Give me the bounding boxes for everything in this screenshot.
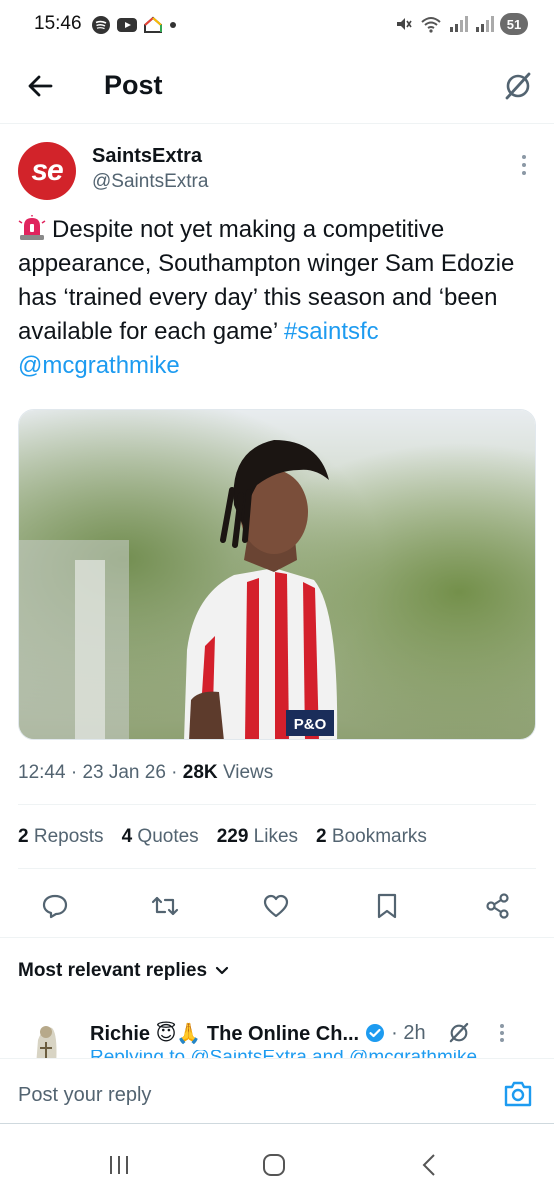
home-button[interactable] xyxy=(259,1150,289,1180)
bookmarks-stat[interactable]: 2 Bookmarks xyxy=(316,826,427,848)
post-text: Despite not yet making a competitive app… xyxy=(18,216,515,345)
shirt-sponsor-text: P&O xyxy=(294,716,327,733)
more-dot xyxy=(499,1031,504,1035)
bookmark-button[interactable] xyxy=(369,888,405,924)
divider xyxy=(18,868,536,869)
chevron-left-icon xyxy=(422,1154,435,1176)
repost-button[interactable] xyxy=(147,888,183,924)
back-button[interactable] xyxy=(22,68,58,104)
reply-author-name[interactable]: Richie 😇🙏 The Online Ch... xyxy=(90,1021,359,1046)
engagement-stats: 2 Reposts 4 Quotes 229 Likes 2 Bookmarks xyxy=(18,826,427,848)
reply-input[interactable]: Post your reply xyxy=(18,1084,151,1107)
post-date: 23 Jan 26 xyxy=(82,762,166,783)
battery-indicator: 51 xyxy=(500,13,528,35)
bookmarks-label: Bookmarks xyxy=(331,826,427,847)
bookmark-icon xyxy=(377,893,397,919)
quotes-label: Quotes xyxy=(137,826,199,847)
wifi-icon xyxy=(421,17,441,33)
verified-badge-icon xyxy=(366,1024,385,1042)
player-photo: P&O xyxy=(19,410,535,739)
replies-sort-label: Most relevant replies xyxy=(18,960,208,981)
divider xyxy=(0,937,554,938)
reposts-stat[interactable]: 2 Reposts xyxy=(18,826,104,848)
page-title: Post xyxy=(104,70,163,100)
dot-icon xyxy=(170,22,176,28)
divider xyxy=(18,804,536,805)
post-image[interactable]: P&O xyxy=(18,409,536,740)
quotes-stat[interactable]: 4 Quotes xyxy=(122,826,199,848)
reposts-count: 2 xyxy=(18,826,29,847)
status-time: 15:46 xyxy=(34,13,82,34)
avatar-logo-text: se xyxy=(31,154,63,187)
reply-composer: Post your reply xyxy=(0,1058,554,1124)
author-handle[interactable]: @SaintsExtra xyxy=(92,171,208,193)
like-button[interactable] xyxy=(258,888,294,924)
more-dot xyxy=(499,1024,504,1028)
replies-sort-dropdown[interactable]: Most relevant replies xyxy=(18,960,229,982)
bookmarks-count: 2 xyxy=(316,826,327,847)
more-options-button[interactable] xyxy=(514,151,534,179)
more-dot xyxy=(522,163,526,167)
author-name[interactable]: SaintsExtra xyxy=(92,145,202,168)
author-avatar[interactable]: se xyxy=(18,142,76,200)
action-bar xyxy=(0,878,554,936)
youtube-icon xyxy=(117,18,137,32)
home-icon xyxy=(263,1154,285,1176)
spotify-icon xyxy=(92,16,110,34)
reply-more-button[interactable] xyxy=(499,1024,504,1042)
views-label: Views xyxy=(222,762,274,783)
grok-icon[interactable] xyxy=(446,1020,472,1046)
reply-time: · 2h xyxy=(391,1021,426,1044)
more-dot xyxy=(522,171,526,175)
more-dot xyxy=(522,155,526,159)
signal-icon-1 xyxy=(450,16,468,32)
post-body: Despite not yet making a competitive app… xyxy=(18,213,538,383)
recent-apps-icon xyxy=(110,1156,128,1174)
status-bar: 15:46 51 xyxy=(0,0,554,50)
reply-header: Richie 😇🙏 The Online Ch... · 2h xyxy=(90,1020,504,1046)
google-home-icon xyxy=(144,16,162,33)
post-meta: 12:44 · 23 Jan 26 · 28K Views xyxy=(18,762,274,783)
grok-button[interactable] xyxy=(500,68,536,104)
notification-icons xyxy=(91,15,178,35)
mention-link[interactable]: @mcgrathmike xyxy=(18,352,180,379)
views-count: 28K xyxy=(182,762,218,783)
mute-icon xyxy=(397,18,412,30)
reply-avatar[interactable] xyxy=(18,1018,74,1058)
arrow-left-icon xyxy=(28,75,53,97)
camera-button[interactable] xyxy=(502,1079,534,1109)
system-icons: 51 xyxy=(394,13,528,35)
reposts-label: Reposts xyxy=(33,826,104,847)
share-icon xyxy=(486,893,509,919)
likes-stat[interactable]: 229 Likes xyxy=(217,826,298,848)
share-button[interactable] xyxy=(480,888,516,924)
repost-icon xyxy=(151,896,179,916)
system-navigation-bar xyxy=(0,1124,554,1200)
siren-emoji-icon xyxy=(18,215,46,240)
grok-icon xyxy=(505,72,531,100)
quotes-count: 4 xyxy=(121,826,133,847)
hashtag-link[interactable]: #saintsfc xyxy=(284,318,379,345)
likes-count: 229 xyxy=(216,826,249,847)
system-back-button[interactable] xyxy=(414,1150,444,1180)
recent-apps-button[interactable] xyxy=(104,1150,134,1180)
heart-icon xyxy=(263,894,289,918)
signal-icon-2 xyxy=(476,16,494,32)
likes-label: Likes xyxy=(253,826,299,847)
reply-icon xyxy=(42,894,68,919)
reply-button[interactable] xyxy=(37,888,73,924)
chevron-down-icon xyxy=(215,966,229,975)
post-time: 12:44 xyxy=(18,762,66,783)
top-app-bar: Post xyxy=(0,50,554,124)
more-dot xyxy=(499,1038,504,1042)
camera-icon xyxy=(504,1081,532,1107)
